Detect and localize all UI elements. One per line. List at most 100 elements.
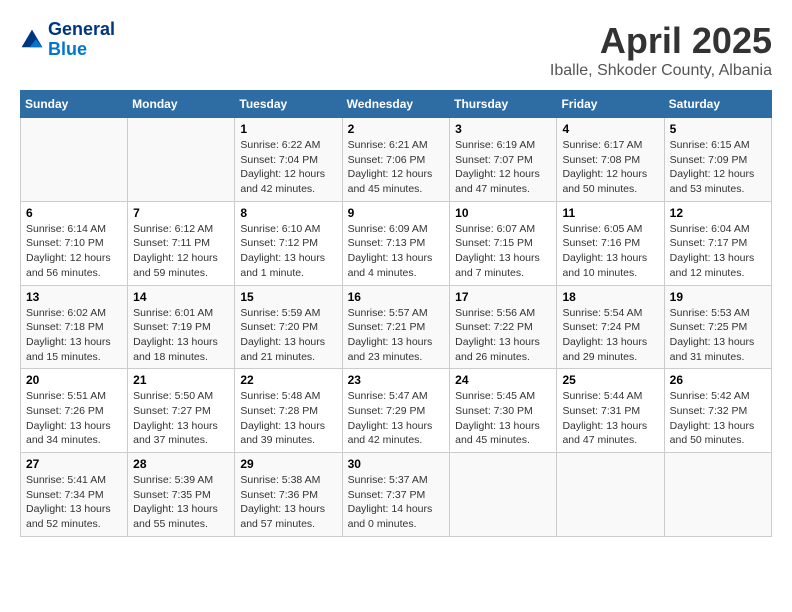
day-info: Sunrise: 6:22 AM Sunset: 7:04 PM Dayligh… (240, 138, 336, 197)
calendar-week-5: 27Sunrise: 5:41 AM Sunset: 7:34 PM Dayli… (21, 453, 772, 537)
day-info: Sunrise: 5:38 AM Sunset: 7:36 PM Dayligh… (240, 473, 336, 532)
location: Iballe, Shkoder County, Albania (550, 62, 772, 80)
calendar-cell (664, 453, 771, 537)
calendar-cell (21, 118, 128, 202)
calendar-cell: 2Sunrise: 6:21 AM Sunset: 7:06 PM Daylig… (342, 118, 450, 202)
day-info: Sunrise: 5:45 AM Sunset: 7:30 PM Dayligh… (455, 389, 551, 448)
day-info: Sunrise: 6:04 AM Sunset: 7:17 PM Dayligh… (670, 222, 766, 281)
calendar-cell: 1 Sunrise: 6:22 AM Sunset: 7:04 PM Daylig… (235, 118, 342, 202)
day-info: Sunrise: 5:39 AM Sunset: 7:35 PM Dayligh… (133, 473, 229, 532)
title-block: April 2025 Iballe, Shkoder County, Alban… (550, 20, 772, 80)
day-info: Sunrise: 6:14 AM Sunset: 7:10 PM Dayligh… (26, 222, 122, 281)
day-info: Sunrise: 5:47 AM Sunset: 7:29 PM Dayligh… (348, 389, 445, 448)
calendar-cell: 11 Sunrise: 6:05 AM Sunset: 7:16 PM Dayli… (557, 201, 664, 285)
calendar-cell: 13 Sunrise: 6:02 AM Sunset: 7:18 PM Dayli… (21, 285, 128, 369)
logo-text: General Blue (48, 20, 115, 60)
calendar-cell: 14Sunrise: 6:01 AM Sunset: 7:19 PM Dayli… (128, 285, 235, 369)
day-number: 28 (133, 457, 229, 471)
day-header-wednesday: Wednesday (342, 91, 450, 118)
day-info: Sunrise: 6:09 AM Sunset: 7:13 PM Dayligh… (348, 222, 445, 281)
calendar-cell: 6 Sunrise: 6:14 AM Sunset: 7:10 PM Daylig… (21, 201, 128, 285)
day-header-sunday: Sunday (21, 91, 128, 118)
calendar-table: SundayMondayTuesdayWednesdayThursdayFrid… (20, 90, 772, 537)
day-info: Sunrise: 5:37 AM Sunset: 7:37 PM Dayligh… (348, 473, 445, 532)
logo-icon (20, 28, 44, 52)
calendar-cell: 20 Sunrise: 5:51 AM Sunset: 7:26 PM Dayli… (21, 369, 128, 453)
calendar-cell: 22 Sunrise: 5:48 AM Sunset: 7:28 PM Dayli… (235, 369, 342, 453)
day-info: Sunrise: 6:07 AM Sunset: 7:15 PM Dayligh… (455, 222, 551, 281)
calendar-cell: 23 Sunrise: 5:47 AM Sunset: 7:29 PM Dayli… (342, 369, 450, 453)
page-header: General Blue April 2025 Iballe, Shkoder … (20, 20, 772, 80)
calendar-cell: 21 Sunrise: 5:50 AM Sunset: 7:27 PM Dayli… (128, 369, 235, 453)
calendar-week-2: 6 Sunrise: 6:14 AM Sunset: 7:10 PM Daylig… (21, 201, 772, 285)
day-number: 7 (133, 206, 229, 220)
calendar-body: 1 Sunrise: 6:22 AM Sunset: 7:04 PM Daylig… (21, 118, 772, 537)
day-header-thursday: Thursday (450, 91, 557, 118)
day-number: 11 (562, 206, 658, 220)
calendar-week-3: 13 Sunrise: 6:02 AM Sunset: 7:18 PM Dayli… (21, 285, 772, 369)
calendar-cell: 29 Sunrise: 5:38 AM Sunset: 7:36 PM Dayli… (235, 453, 342, 537)
day-number: 19 (670, 290, 766, 304)
calendar-cell: 5Sunrise: 6:15 AM Sunset: 7:09 PM Daylig… (664, 118, 771, 202)
day-number: 17 (455, 290, 551, 304)
day-info: Sunrise: 5:53 AM Sunset: 7:25 PM Dayligh… (670, 306, 766, 365)
day-info: Sunrise: 5:51 AM Sunset: 7:26 PM Dayligh… (26, 389, 122, 448)
day-number: 20 (26, 373, 122, 387)
calendar-cell: 15 Sunrise: 5:59 AM Sunset: 7:20 PM Dayli… (235, 285, 342, 369)
day-info: Sunrise: 6:17 AM Sunset: 7:08 PM Dayligh… (562, 138, 658, 197)
day-number: 8 (240, 206, 336, 220)
day-number: 10 (455, 206, 551, 220)
day-info: Sunrise: 5:57 AM Sunset: 7:21 PM Dayligh… (348, 306, 445, 365)
calendar-week-4: 20 Sunrise: 5:51 AM Sunset: 7:26 PM Dayli… (21, 369, 772, 453)
calendar-header-row: SundayMondayTuesdayWednesdayThursdayFrid… (21, 91, 772, 118)
day-number: 3 (455, 122, 551, 136)
day-number: 12 (670, 206, 766, 220)
day-number: 29 (240, 457, 336, 471)
day-info: Sunrise: 6:01 AM Sunset: 7:19 PM Dayligh… (133, 306, 229, 365)
day-info: Sunrise: 5:59 AM Sunset: 7:20 PM Dayligh… (240, 306, 336, 365)
day-number: 25 (562, 373, 658, 387)
calendar-cell: 9 Sunrise: 6:09 AM Sunset: 7:13 PM Daylig… (342, 201, 450, 285)
day-number: 2 (348, 122, 445, 136)
logo: General Blue (20, 20, 115, 60)
calendar-cell: 28 Sunrise: 5:39 AM Sunset: 7:35 PM Dayli… (128, 453, 235, 537)
day-header-tuesday: Tuesday (235, 91, 342, 118)
day-header-monday: Monday (128, 91, 235, 118)
day-info: Sunrise: 5:48 AM Sunset: 7:28 PM Dayligh… (240, 389, 336, 448)
day-number: 22 (240, 373, 336, 387)
calendar-cell: 19 Sunrise: 5:53 AM Sunset: 7:25 PM Dayli… (664, 285, 771, 369)
day-number: 26 (670, 373, 766, 387)
calendar-cell: 26Sunrise: 5:42 AM Sunset: 7:32 PM Dayli… (664, 369, 771, 453)
day-info: Sunrise: 6:02 AM Sunset: 7:18 PM Dayligh… (26, 306, 122, 365)
day-number: 21 (133, 373, 229, 387)
day-info: Sunrise: 6:15 AM Sunset: 7:09 PM Dayligh… (670, 138, 766, 197)
day-info: Sunrise: 6:12 AM Sunset: 7:11 PM Dayligh… (133, 222, 229, 281)
calendar-cell (557, 453, 664, 537)
day-info: Sunrise: 5:50 AM Sunset: 7:27 PM Dayligh… (133, 389, 229, 448)
calendar-cell (450, 453, 557, 537)
month-title: April 2025 (550, 20, 772, 62)
calendar-cell: 8Sunrise: 6:10 AM Sunset: 7:12 PM Daylig… (235, 201, 342, 285)
day-number: 13 (26, 290, 122, 304)
calendar-cell: 18Sunrise: 5:54 AM Sunset: 7:24 PM Dayli… (557, 285, 664, 369)
calendar-cell: 27Sunrise: 5:41 AM Sunset: 7:34 PM Dayli… (21, 453, 128, 537)
day-number: 23 (348, 373, 445, 387)
calendar-cell: 12 Sunrise: 6:04 AM Sunset: 7:17 PM Dayli… (664, 201, 771, 285)
calendar-cell: 17Sunrise: 5:56 AM Sunset: 7:22 PM Dayli… (450, 285, 557, 369)
calendar-cell: 3 Sunrise: 6:19 AM Sunset: 7:07 PM Daylig… (450, 118, 557, 202)
day-number: 9 (348, 206, 445, 220)
day-number: 24 (455, 373, 551, 387)
day-number: 27 (26, 457, 122, 471)
day-number: 16 (348, 290, 445, 304)
day-number: 15 (240, 290, 336, 304)
day-info: Sunrise: 6:19 AM Sunset: 7:07 PM Dayligh… (455, 138, 551, 197)
day-info: Sunrise: 5:44 AM Sunset: 7:31 PM Dayligh… (562, 389, 658, 448)
day-info: Sunrise: 5:54 AM Sunset: 7:24 PM Dayligh… (562, 306, 658, 365)
day-number: 1 (240, 122, 336, 136)
day-info: Sunrise: 6:05 AM Sunset: 7:16 PM Dayligh… (562, 222, 658, 281)
day-number: 30 (348, 457, 445, 471)
day-number: 6 (26, 206, 122, 220)
calendar-cell: 10 Sunrise: 6:07 AM Sunset: 7:15 PM Dayli… (450, 201, 557, 285)
day-number: 4 (562, 122, 658, 136)
calendar-cell: 4 Sunrise: 6:17 AM Sunset: 7:08 PM Daylig… (557, 118, 664, 202)
